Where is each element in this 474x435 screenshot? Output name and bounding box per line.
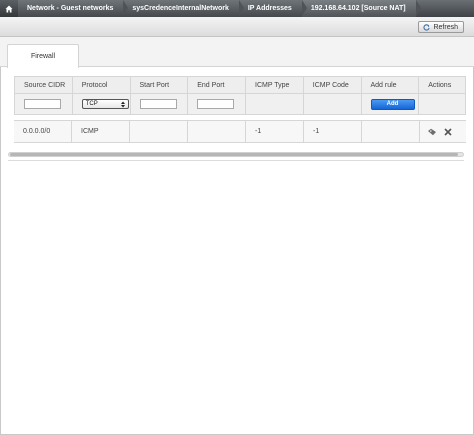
breadcrumb: Network - Guest networks sysCredenceInte… <box>0 0 474 17</box>
breadcrumb-home[interactable] <box>0 0 18 17</box>
end-port-input[interactable] <box>197 99 235 109</box>
row-add-rule <box>362 121 420 142</box>
breadcrumb-item-ip-addresses[interactable]: IP Addresses <box>238 0 307 17</box>
home-icon <box>5 5 13 12</box>
delete-icon[interactable] <box>442 126 454 138</box>
row-actions <box>420 121 466 142</box>
source-cidr-input[interactable] <box>24 99 61 109</box>
protocol-select-value: TCP <box>85 101 98 107</box>
header-actions: Actions <box>428 81 452 89</box>
header-icmp-code: ICMP Code <box>304 77 362 93</box>
add-rule-button[interactable]: Add <box>370 98 415 110</box>
refresh-icon <box>423 23 431 31</box>
protocol-select[interactable]: TCP <box>81 99 129 109</box>
breadcrumb-item-network-name[interactable]: sysCredenceInternalNetwork <box>123 0 245 17</box>
toolbar: Refresh <box>0 17 474 37</box>
breadcrumb-item-ip[interactable]: 192.168.64.102 [Source NAT] <box>301 0 421 17</box>
scrollbar-thumb[interactable] <box>10 153 458 156</box>
row-end-port <box>188 121 246 142</box>
header-end-port: End Port <box>188 77 246 93</box>
breadcrumb-item-network[interactable]: Network - Guest networks <box>18 0 129 17</box>
header-source-cidr: Source CIDR <box>15 77 73 93</box>
tab-bar: Firewall <box>0 37 474 68</box>
select-arrows-icon <box>120 101 125 107</box>
divider <box>8 160 464 161</box>
horizontal-scrollbar[interactable] <box>8 152 464 157</box>
header-protocol: Protocol <box>73 77 131 93</box>
row-source-cidr: 0.0.0.0/0 <box>14 121 72 142</box>
refresh-button[interactable]: Refresh <box>418 21 464 33</box>
tag-icon[interactable] <box>426 126 438 138</box>
header-icmp-type: ICMP Type <box>246 77 304 93</box>
refresh-label: Refresh <box>433 23 458 31</box>
header-add-rule: Add rule <box>362 77 420 93</box>
table-header-row: Source CIDR Protocol Start Port End Port… <box>14 76 466 94</box>
new-rule-row: TCP Add <box>14 94 466 115</box>
rules-table: Source CIDR Protocol Start Port End Port… <box>14 76 466 115</box>
row-icmp-code: -1 <box>304 121 362 142</box>
table-row: 0.0.0.0/0 ICMP -1 -1 <box>14 121 466 142</box>
tab-firewall[interactable]: Firewall <box>7 44 79 68</box>
row-icmp-type: -1 <box>246 121 304 142</box>
row-start-port <box>130 121 188 142</box>
start-port-input[interactable] <box>139 99 177 109</box>
row-protocol: ICMP <box>72 121 130 142</box>
header-start-port: Start Port <box>131 77 189 93</box>
rules-list: 0.0.0.0/0 ICMP -1 -1 <box>14 120 466 143</box>
